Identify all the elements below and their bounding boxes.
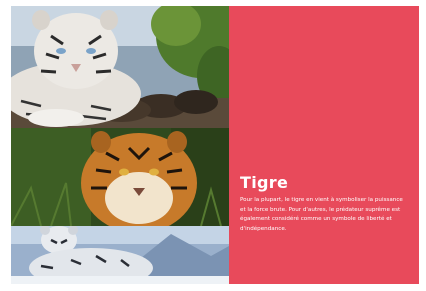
tiger-slide: Tigre Pour la plupart, le tigre en vient… [11, 6, 419, 284]
panel-description: Pour la plupart, le tigre en vient à sym… [240, 197, 403, 232]
snow-tiger-photo [11, 226, 229, 284]
bengal-tiger-photo [11, 128, 229, 226]
photo-column [11, 6, 229, 284]
white-tiger-photo [11, 6, 229, 128]
panel-title: Tigre [240, 173, 289, 192]
description-panel: Tigre Pour la plupart, le tigre en vient… [229, 6, 419, 284]
